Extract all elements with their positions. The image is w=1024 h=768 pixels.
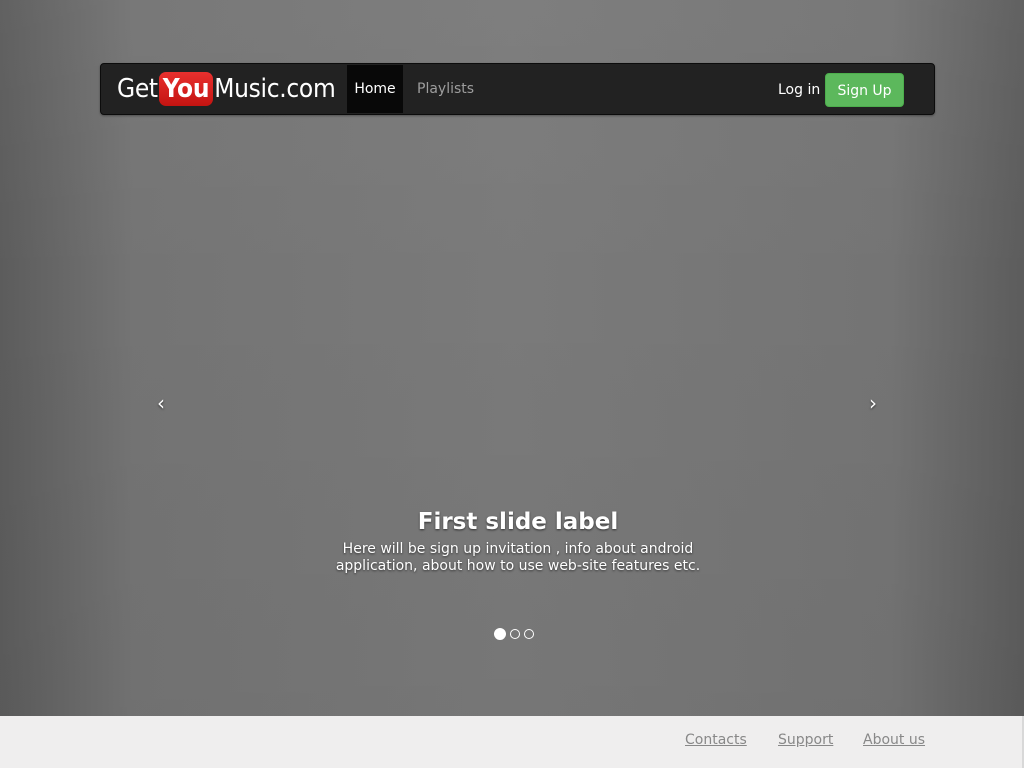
footer-contacts-link[interactable]: Contacts (685, 732, 747, 748)
carousel-indicator-2[interactable] (510, 629, 520, 639)
hero-carousel: Get You Music.com Home Playlists Log in Si… (0, 0, 1024, 716)
carousel-indicator-1[interactable] (494, 628, 506, 640)
slide-title: First slide label (417, 509, 619, 535)
logo-get: Get (117, 74, 158, 104)
top-navbar: Get You Music.com Home Playlists Log in Si… (100, 63, 935, 115)
signup-button[interactable]: Sign Up (825, 73, 904, 107)
carousel-caption: First slide label Here will be sign up i… (268, 506, 768, 575)
carousel-next-icon[interactable]: › (858, 388, 888, 418)
footer-about-link[interactable]: About us (863, 732, 925, 748)
logo-music: Music.com (214, 74, 336, 104)
nav-playlists-link[interactable]: Playlists (417, 65, 474, 113)
carousel-prev-icon[interactable]: ‹ (146, 388, 176, 418)
slide-description: Here will be sign up invitation , info a… (335, 541, 701, 574)
carousel-indicator-3[interactable] (524, 629, 534, 639)
nav-home-link[interactable]: Home (347, 65, 403, 113)
carousel-indicators (494, 628, 534, 640)
logo-you-badge: You (158, 72, 214, 106)
site-logo[interactable]: Get You Music.com (117, 71, 336, 107)
footer-support-link[interactable]: Support (778, 732, 833, 748)
page-footer: Contacts Support About us (0, 716, 1024, 768)
login-link[interactable]: Log in (778, 65, 820, 115)
